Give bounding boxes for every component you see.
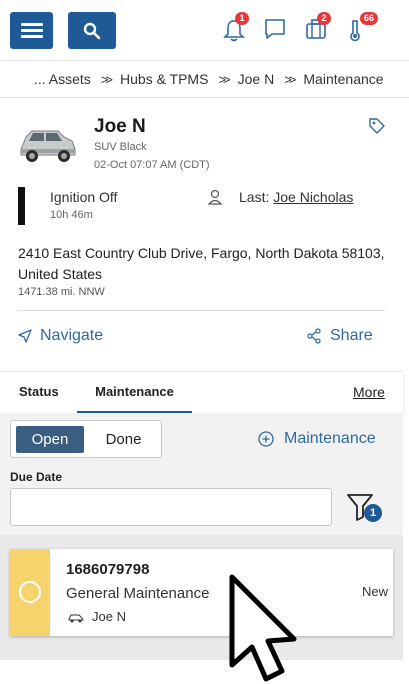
vehicle-timestamp: 02-Oct 07:07 AM (CDT) (94, 159, 210, 171)
ignition-duration: 10h 46m (50, 209, 93, 221)
share-button[interactable]: Share (306, 327, 373, 345)
chat-icon (265, 19, 285, 39)
suv-vehicle-image (20, 130, 76, 162)
top-bar: 1 2 66 (0, 0, 409, 60)
share-label: Share (330, 327, 373, 344)
breadcrumb-item-hubs[interactable]: Hubs & TPMS (120, 71, 208, 87)
maintenance-status: New (362, 584, 389, 599)
maintenance-item[interactable]: 1686079798 General Maintenance Joe N New (10, 549, 393, 636)
navigate-label: Navigate (40, 327, 104, 344)
alerts-button[interactable]: 1 (223, 12, 249, 42)
vehicle-type: SUV Black (94, 141, 147, 153)
open-done-toggle: Open Done (10, 420, 162, 458)
search-icon (83, 22, 101, 39)
person-icon (208, 189, 222, 205)
mouse-pointer-icon (229, 574, 297, 682)
navigate-arrow-icon (18, 329, 32, 343)
due-date-input[interactable] (10, 488, 332, 526)
breadcrumb-item-assets[interactable]: ... Assets (34, 71, 91, 87)
notices-button[interactable]: 66 (348, 12, 379, 42)
breadcrumb: ... Assets >> Hubs & TPMS >> Joe N >> Ma… (0, 60, 409, 98)
ignition-status: Ignition Off (50, 189, 118, 205)
car-icon (68, 614, 84, 623)
add-maintenance-button[interactable]: Maintenance (258, 430, 376, 448)
search-button[interactable] (68, 12, 116, 49)
done-toggle-button[interactable]: Done (96, 426, 151, 453)
last-driver-link[interactable]: Joe Nicholas (273, 189, 353, 205)
maintenance-status-stripe (10, 549, 50, 636)
vehicle-card: Joe N SUV Black 02-Oct 07:07 AM (CDT) Ig… (0, 99, 403, 371)
circle-icon (19, 581, 41, 603)
vehicle-name: Joe N (94, 116, 146, 137)
chevron-double-right-icon: >> (100, 71, 113, 87)
tasks-badge: 2 (317, 12, 331, 25)
last-driver-label: Last: (239, 189, 270, 205)
vehicle-distance: 1471.38 mi. NNW (18, 286, 105, 298)
menu-button[interactable] (10, 12, 53, 49)
filter-count-badge: 1 (364, 504, 382, 522)
due-date-label: Due Date (10, 470, 63, 484)
divider (18, 310, 385, 311)
add-maintenance-label: Maintenance (284, 430, 376, 447)
tab-maintenance[interactable]: Maintenance (77, 372, 192, 414)
navigate-button[interactable]: Navigate (18, 327, 103, 345)
tab-bar: Status Maintenance More (0, 371, 403, 414)
maintenance-vehicle: Joe N (92, 609, 126, 624)
maintenance-type: General Maintenance (66, 585, 210, 602)
breadcrumb-item-vehicle[interactable]: Joe N (238, 71, 275, 87)
tab-status[interactable]: Status (19, 372, 59, 414)
notices-badge: 66 (360, 12, 379, 25)
vehicle-address: 2410 East Country Club Drive, Fargo, Nor… (18, 245, 385, 282)
plus-circle-icon (258, 431, 274, 447)
maintenance-panel: Open Done Maintenance Due Date 1 1686079… (0, 413, 403, 660)
alerts-badge: 1 (235, 12, 249, 25)
tasks-button[interactable]: 2 (305, 12, 331, 42)
tag-icon[interactable] (368, 117, 386, 135)
messages-button[interactable] (264, 18, 288, 42)
breadcrumb-item-maintenance: Maintenance (303, 71, 384, 87)
hamburger-icon (20, 22, 43, 39)
share-icon (307, 328, 321, 344)
open-toggle-button[interactable]: Open (16, 426, 84, 453)
tab-more[interactable]: More (353, 372, 385, 414)
maintenance-id: 1686079798 (66, 561, 150, 578)
ignition-status-bar (18, 187, 25, 225)
chevron-double-right-icon: >> (284, 71, 296, 87)
last-driver: Last: Joe Nicholas (239, 189, 353, 205)
chevron-double-right-icon: >> (218, 71, 230, 87)
